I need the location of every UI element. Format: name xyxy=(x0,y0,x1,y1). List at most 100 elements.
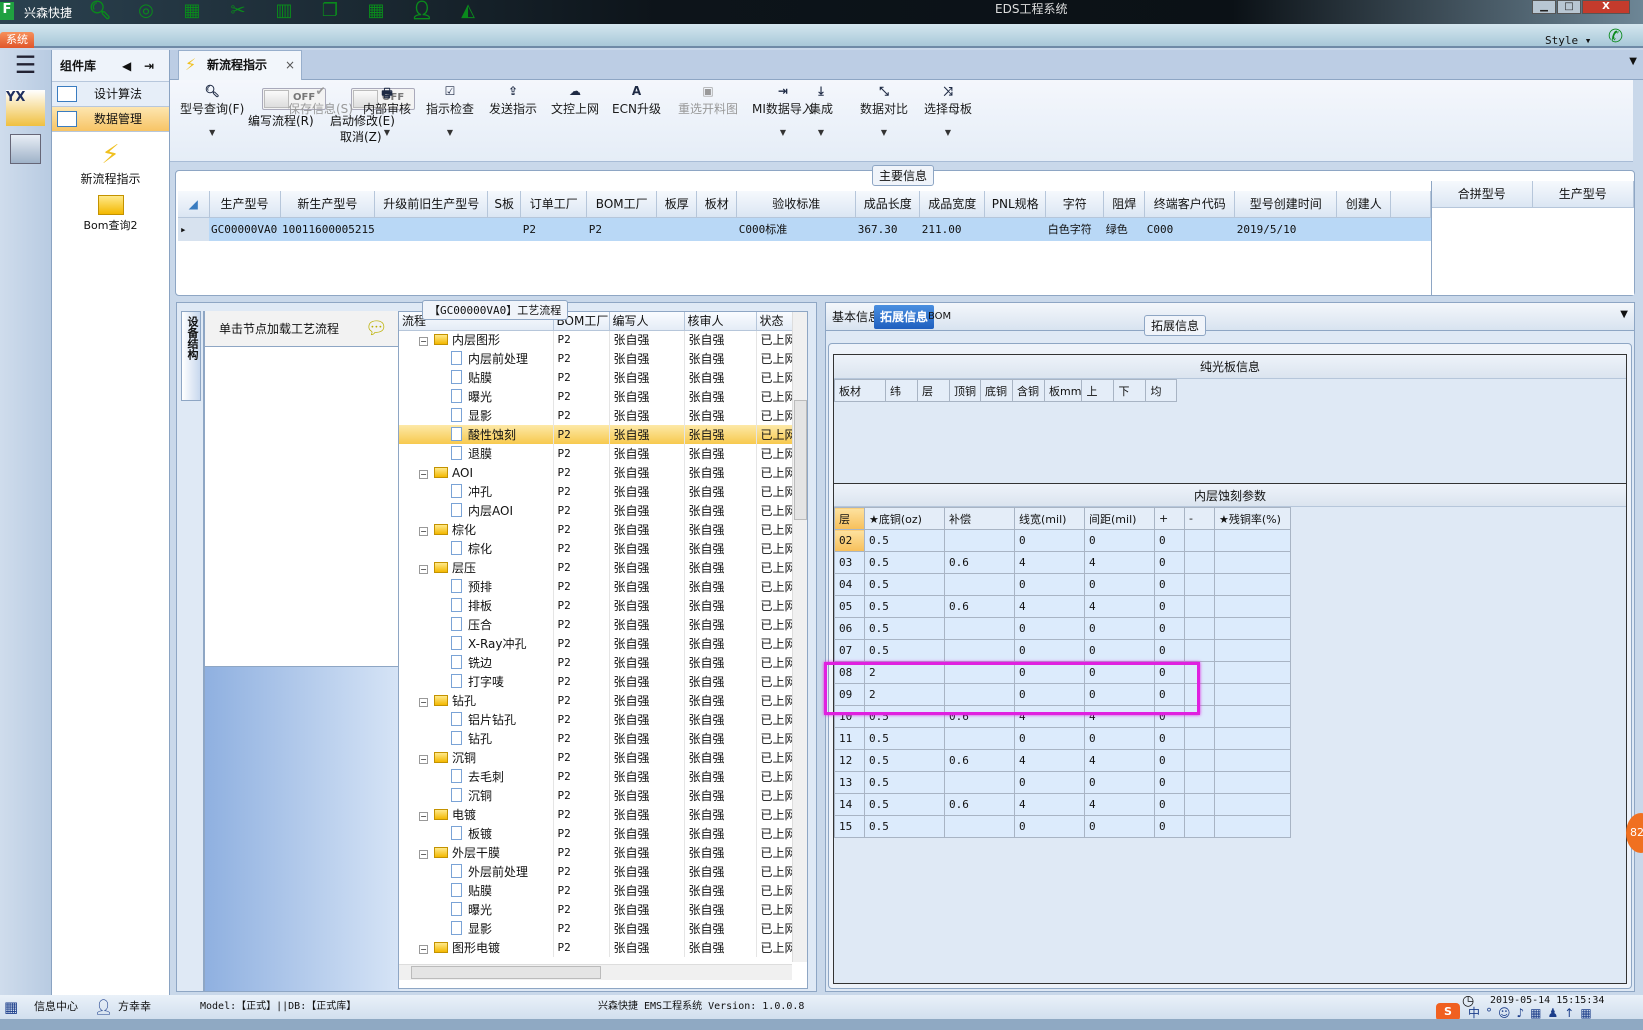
tree-node[interactable]: − 电镀 xyxy=(399,805,554,824)
table-cell[interactable]: 0 xyxy=(1154,617,1185,640)
search-icon[interactable]: 🔍︎ xyxy=(88,1,112,21)
table-cell[interactable] xyxy=(944,815,1015,838)
column-header[interactable]: 核审人 xyxy=(684,312,757,331)
collapse-icon[interactable]: − xyxy=(419,945,428,954)
table-cell[interactable] xyxy=(1214,573,1291,596)
column-header[interactable]: BOM工厂 xyxy=(586,191,658,218)
table-cell[interactable]: 0 xyxy=(1154,595,1185,618)
column-header[interactable]: 下 xyxy=(1113,379,1147,402)
column-header[interactable]: - xyxy=(1184,507,1215,530)
table-cell[interactable]: 4 xyxy=(1014,793,1085,816)
chevron-down-icon[interactable]: ▼ xyxy=(1620,309,1628,320)
tree-row[interactable]: 曝光P2张自强张自强已上网 xyxy=(399,900,793,919)
tree-node[interactable]: 板镀 xyxy=(399,824,554,843)
column-header[interactable]: 型号创建时间 xyxy=(1234,191,1338,218)
table-cell[interactable]: 0 xyxy=(1014,617,1085,640)
chevron-down-icon[interactable]: ▼ xyxy=(924,128,972,137)
table-cell[interactable]: 4 xyxy=(1014,595,1085,618)
column-header[interactable]: PNL规格 xyxy=(984,191,1047,218)
collapse-icon[interactable]: − xyxy=(419,698,428,707)
column-header[interactable]: 底铜 xyxy=(980,379,1013,402)
lifebuoy-icon[interactable]: ◎ xyxy=(134,1,158,21)
column-header[interactable]: 升级前旧生产型号 xyxy=(374,191,489,218)
table-row[interactable]: ▸ GC00000VA0 10011600005215 P2 P2 C000标准 367.3… xyxy=(178,217,1431,241)
tree-node[interactable]: 排板 xyxy=(399,596,554,615)
column-header[interactable]: 阻焊 xyxy=(1103,191,1146,218)
tree-node[interactable]: 退膜 xyxy=(399,444,554,463)
table-cell[interactable]: 0 xyxy=(1154,793,1185,816)
tree-row[interactable]: 外层前处理P2张自强张自强已上网 xyxy=(399,862,793,881)
factory-icon[interactable]: YX xyxy=(6,90,45,126)
tree-row[interactable]: −外层干膜P2张自强张自强已上网 xyxy=(399,843,793,862)
column-header[interactable]: 含铜 xyxy=(1012,379,1045,402)
column-header[interactable]: 板mm xyxy=(1043,379,1083,402)
minimize-button[interactable]: ▁ xyxy=(1532,0,1556,14)
table-cell[interactable]: 04 xyxy=(834,573,865,596)
table-cell[interactable] xyxy=(944,617,1015,640)
pin-icon[interactable]: ⇥ xyxy=(144,50,154,82)
chevron-down-icon[interactable]: ▼ xyxy=(860,128,908,137)
table-cell[interactable] xyxy=(1214,661,1291,684)
side-tab-equipment-structure[interactable]: 设备结构 xyxy=(181,311,201,401)
table-cell[interactable]: 02 xyxy=(834,529,865,552)
table-cell[interactable] xyxy=(1184,595,1215,618)
table-cell[interactable]: 14 xyxy=(834,793,865,816)
film-icon[interactable]: ▥ xyxy=(272,1,296,21)
vertical-scrollbar[interactable] xyxy=(792,312,807,962)
menu-tab-system[interactable]: 系统 xyxy=(0,32,34,48)
calculator-icon[interactable] xyxy=(10,134,41,164)
table-cell[interactable] xyxy=(944,573,1015,596)
table-cell[interactable] xyxy=(1184,771,1215,794)
toolbar-button-3[interactable]: ⇪ 发送指示 xyxy=(489,84,537,118)
toolbar-button-8[interactable]: ⤓ 集成 ▼ xyxy=(809,84,833,137)
column-header[interactable]: 成品宽度 xyxy=(919,191,986,218)
table-cell[interactable]: 0.5 xyxy=(864,639,945,662)
table-cell[interactable]: 0.5 xyxy=(864,617,945,640)
tree-row[interactable]: 板镀P2张自强张自强已上网 xyxy=(399,824,793,843)
column-header[interactable]: 板厚 xyxy=(656,191,698,218)
tree-node[interactable]: 贴膜 xyxy=(399,368,554,387)
table-cell[interactable] xyxy=(1184,815,1215,838)
tree-node[interactable]: 钻孔 xyxy=(399,729,554,748)
table-cell[interactable]: 4 xyxy=(1084,595,1155,618)
table-cell[interactable] xyxy=(944,771,1015,794)
column-header[interactable]: 补偿 xyxy=(944,507,1015,530)
table-cell[interactable]: 0 xyxy=(1084,815,1155,838)
tree-row[interactable]: 钻孔P2张自强张自强已上网 xyxy=(399,729,793,748)
column-header[interactable]: 验收标准 xyxy=(736,191,857,218)
tree-node[interactable]: 打字唛 xyxy=(399,672,554,691)
table-cell[interactable] xyxy=(1184,727,1215,750)
chevron-down-icon[interactable]: ▼ xyxy=(180,128,244,137)
toolbar-button-4[interactable]: ☁ 文控上网 xyxy=(551,84,599,118)
tree-row[interactable]: 退膜P2张自强张自强已上网 xyxy=(399,444,793,463)
tree-node[interactable]: 外层前处理 xyxy=(399,862,554,881)
table-cell[interactable]: 0 xyxy=(1014,529,1085,552)
tree-node[interactable]: 内层AOI xyxy=(399,501,554,520)
table-cell[interactable]: 4 xyxy=(1014,749,1085,772)
column-header[interactable]: 终端客户代码 xyxy=(1144,191,1236,218)
table-cell[interactable]: 07 xyxy=(834,639,865,662)
column-header[interactable]: 成品长度 xyxy=(855,191,921,218)
horizontal-scrollbar[interactable] xyxy=(399,964,792,980)
table-cell[interactable]: 0.5 xyxy=(864,727,945,750)
table-cell[interactable] xyxy=(1184,573,1215,596)
tree-node[interactable]: − AOI xyxy=(399,463,554,482)
table-cell[interactable]: 11 xyxy=(834,727,865,750)
tree-node[interactable]: 贴膜 xyxy=(399,881,554,900)
table-cell[interactable]: 4 xyxy=(1084,551,1155,574)
hamburger-menu-icon[interactable]: ☰ xyxy=(0,50,51,82)
table-cell[interactable]: 0 xyxy=(1154,727,1185,750)
column-header[interactable]: 间距(mil) xyxy=(1084,507,1155,530)
chevron-down-icon[interactable]: ▼ xyxy=(426,128,474,137)
column-header[interactable]: 层 xyxy=(917,379,950,402)
table-cell[interactable]: 4 xyxy=(1084,749,1155,772)
tree-row[interactable]: −钻孔P2张自强张自强已上网 xyxy=(399,691,793,710)
table-cell[interactable] xyxy=(1214,551,1291,574)
tree-row[interactable]: 打字唛P2张自强张自强已上网 xyxy=(399,672,793,691)
table-cell[interactable] xyxy=(1214,683,1291,706)
collapse-icon[interactable]: − xyxy=(419,527,428,536)
grid-icon[interactable]: ▦ xyxy=(364,1,388,21)
table-cell[interactable]: 0 xyxy=(1154,573,1185,596)
column-header[interactable]: 均 xyxy=(1145,379,1178,402)
toolbar-button-2[interactable]: ☑ 指示检查 ▼ xyxy=(426,84,474,137)
